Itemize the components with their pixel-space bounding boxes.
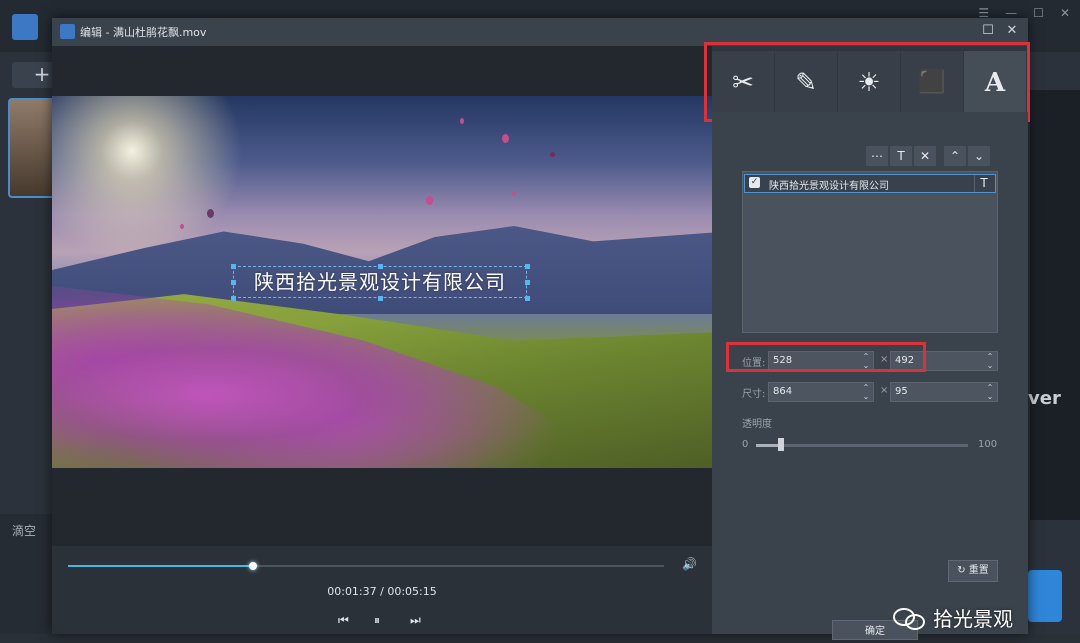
petal <box>180 224 184 229</box>
previous-frame-icon[interactable]: ⏮ <box>338 613 349 628</box>
delete-icon[interactable]: ✕ <box>914 146 936 166</box>
checkbox[interactable]: ✓ <box>749 177 760 188</box>
restore-icon[interactable]: ☐ <box>1033 6 1044 20</box>
text-list: ✓ 陕西拾光景观设计有限公司 T <box>742 171 998 333</box>
progress-bar[interactable] <box>68 562 664 570</box>
next-frame-icon[interactable]: ⏭ <box>410 613 421 628</box>
progress-fill <box>68 565 253 567</box>
reset-label: 重置 <box>968 565 989 576</box>
opacity-slider-knob[interactable] <box>778 438 785 451</box>
preview-area: 陕西拾光景观设计有限公司 🔊 00:01:37 / 00:05:15 ⏮ ⏸ ⏭ <box>52 46 712 634</box>
resize-handle[interactable] <box>378 264 383 269</box>
opacity-slider[interactable] <box>756 438 968 451</box>
tools-highlight-box <box>704 42 1030 122</box>
background-preview <box>1030 90 1080 520</box>
move-down-icon[interactable]: ⌄ <box>968 146 990 166</box>
size-height-input[interactable]: 95 ⌃ ⌄ <box>890 382 998 402</box>
more-icon[interactable]: ⋯ <box>866 146 888 166</box>
add-text-icon[interactable]: T <box>890 146 912 166</box>
position-highlight-box <box>726 342 926 372</box>
wechat-watermark: 拾光景观 <box>893 603 1013 632</box>
petal <box>550 152 555 157</box>
petal <box>460 118 464 124</box>
size-width-spinner[interactable]: ⌃ ⌄ <box>859 383 873 401</box>
resize-handle[interactable] <box>378 296 383 301</box>
petal <box>502 134 509 143</box>
watermark-text: 拾光景观 <box>933 607 1013 631</box>
petal <box>426 196 433 205</box>
close-icon[interactable]: ✕ <box>1060 6 1070 20</box>
opacity-max: 100 <box>978 439 998 450</box>
reset-button[interactable]: ↻ 重置 <box>948 560 998 582</box>
petal <box>207 209 214 218</box>
app-logo-icon <box>12 14 38 40</box>
list-item[interactable]: ✓ 陕西拾光景观设计有限公司 T <box>744 174 996 193</box>
petal <box>512 191 516 196</box>
player-controls: 🔊 00:01:37 / 00:05:15 ⏮ ⏸ ⏭ <box>52 546 712 634</box>
progress-knob[interactable] <box>248 562 257 570</box>
wechat-icon <box>893 606 927 630</box>
opacity-label: 透明度 <box>742 419 772 430</box>
resize-handle[interactable] <box>231 296 236 301</box>
dialog-title: 编辑 - 满山杜鹃花飘.mov <box>80 26 207 39</box>
app-icon <box>60 24 75 39</box>
timecode: 00:01:37 / 00:05:15 <box>327 585 437 598</box>
background-preview-text: ver <box>1028 388 1061 409</box>
text-list-toolbar: ⋯ T ✕ ⌃ ⌄ <box>866 146 990 166</box>
size-separator: × <box>880 385 889 396</box>
list-item-label: 陕西拾光景观设计有限公司 <box>769 181 889 192</box>
media-thumbnail[interactable] <box>8 98 58 198</box>
size-width-input[interactable]: 864 ⌃ ⌄ <box>768 382 874 402</box>
resize-handle[interactable] <box>525 280 530 285</box>
close-icon[interactable]: ✕ <box>1002 21 1022 41</box>
pause-icon[interactable]: ⏸ <box>374 613 380 628</box>
resize-handle[interactable] <box>525 296 530 301</box>
text-type-icon[interactable]: T <box>974 175 993 192</box>
position-y-spinner[interactable]: ⌃ ⌄ <box>983 352 997 370</box>
size-height-value: 95 <box>895 386 908 397</box>
resize-handle[interactable] <box>525 264 530 269</box>
resize-handle[interactable] <box>231 280 236 285</box>
size-label: 尺寸: <box>742 389 766 400</box>
size-height-spinner[interactable]: ⌃ ⌄ <box>983 383 997 401</box>
volume-icon[interactable]: 🔊 <box>682 557 697 571</box>
video-frame[interactable]: 陕西拾光景观设计有限公司 <box>52 96 712 468</box>
opacity-min: 0 <box>742 439 749 450</box>
background-export-button[interactable] <box>1028 570 1062 622</box>
edit-dialog: 编辑 - 满山杜鹃花飘.mov ☐ ✕ 陕西拾光景观设计有限公司 🔊 00:01… <box>52 18 1030 640</box>
maximize-icon[interactable]: ☐ <box>978 21 998 41</box>
background-bottom-label: 滴空 <box>12 524 37 538</box>
text-overlay[interactable]: 陕西拾光景观设计有限公司 <box>233 266 527 298</box>
resize-handle[interactable] <box>231 264 236 269</box>
size-width-value: 864 <box>773 386 793 397</box>
move-up-icon[interactable]: ⌃ <box>944 146 966 166</box>
